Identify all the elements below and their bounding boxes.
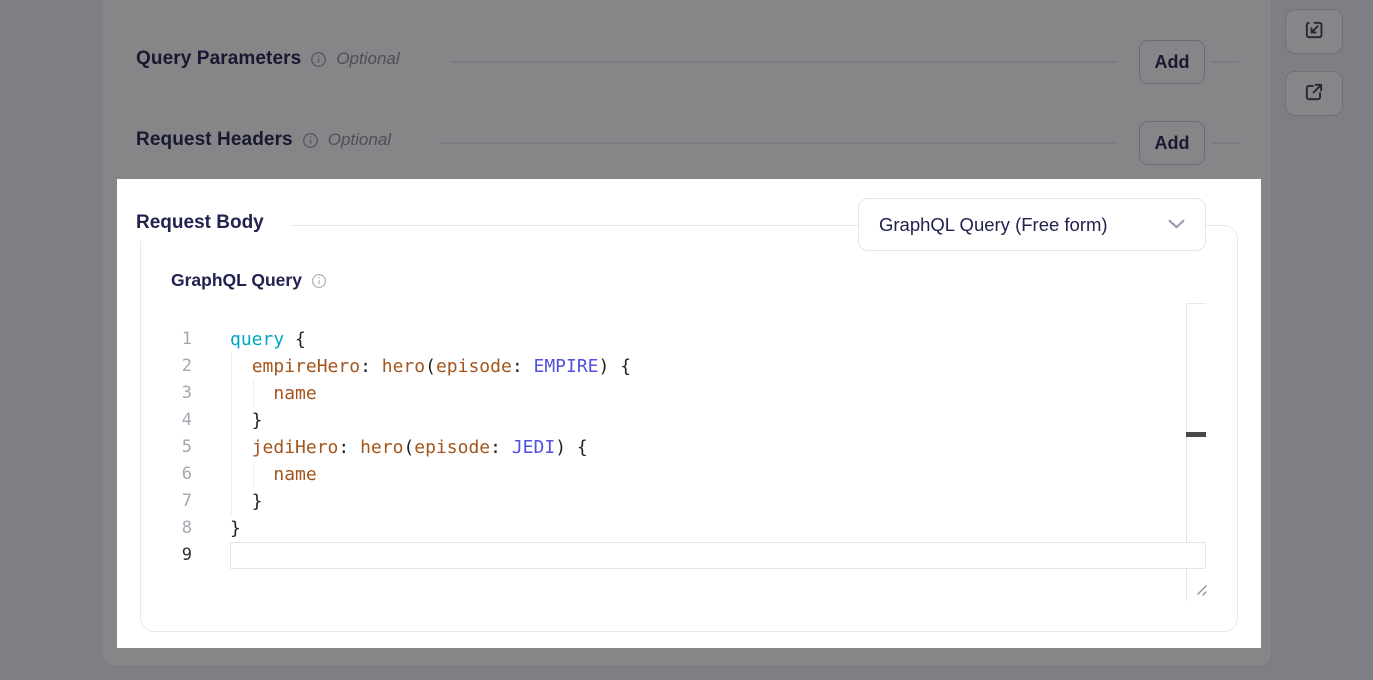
request-headers-row: Request Headers Optional <box>136 128 391 152</box>
code-line[interactable]: } <box>230 515 1206 542</box>
editor-resize-grip[interactable] <box>1193 582 1208 603</box>
divider <box>1211 61 1240 63</box>
code-line[interactable]: name <box>230 461 1206 488</box>
body-type-select-value: GraphQL Query (Free form) <box>879 214 1108 236</box>
graphql-query-label-row: GraphQL Query <box>171 270 327 291</box>
chevron-down-icon <box>1168 216 1185 234</box>
code-line[interactable]: empireHero: hero(episode: EMPIRE) { <box>230 353 1206 380</box>
request-body-title: Request Body <box>117 205 290 241</box>
code-line[interactable] <box>230 542 1206 569</box>
code-line[interactable]: query { <box>230 326 1206 353</box>
divider <box>440 142 1118 144</box>
edit-in-box-icon <box>1303 19 1325 44</box>
info-icon <box>310 51 327 68</box>
query-parameters-row: Query Parameters Optional <box>136 47 400 71</box>
code-editor-gutter: 123456789 <box>158 326 192 569</box>
divider <box>450 61 1118 63</box>
query-parameters-title: Query Parameters <box>136 48 301 70</box>
line-number: 3 <box>158 380 192 407</box>
graphql-query-code-editor[interactable]: query { empireHero: hero(episode: EMPIRE… <box>230 326 1206 569</box>
edit-in-box-button[interactable] <box>1285 9 1343 54</box>
code-line[interactable]: name <box>230 380 1206 407</box>
open-external-button[interactable] <box>1285 71 1343 116</box>
query-parameters-add-button[interactable]: Add <box>1139 40 1205 84</box>
graphql-query-label: GraphQL Query <box>171 270 302 291</box>
request-headers-add-button[interactable]: Add <box>1139 121 1205 165</box>
request-headers-optional-label: Optional <box>328 130 391 150</box>
line-number: 8 <box>158 515 192 542</box>
line-number: 1 <box>158 326 192 353</box>
query-parameters-optional-label: Optional <box>336 49 399 69</box>
info-icon <box>302 132 319 149</box>
external-link-icon <box>1303 81 1325 106</box>
line-number: 4 <box>158 407 192 434</box>
code-line[interactable]: jediHero: hero(episode: JEDI) { <box>230 434 1206 461</box>
code-line[interactable]: } <box>230 488 1206 515</box>
code-line[interactable]: } <box>230 407 1206 434</box>
line-number: 5 <box>158 434 192 461</box>
divider <box>1211 142 1240 144</box>
line-number: 9 <box>158 542 192 569</box>
body-type-select[interactable]: GraphQL Query (Free form) <box>858 198 1206 251</box>
request-headers-title: Request Headers <box>136 129 293 151</box>
editor-scrollbar-thumb[interactable] <box>1186 432 1206 437</box>
info-icon <box>311 273 327 289</box>
line-number: 6 <box>158 461 192 488</box>
line-number: 2 <box>158 353 192 380</box>
line-number: 7 <box>158 488 192 515</box>
